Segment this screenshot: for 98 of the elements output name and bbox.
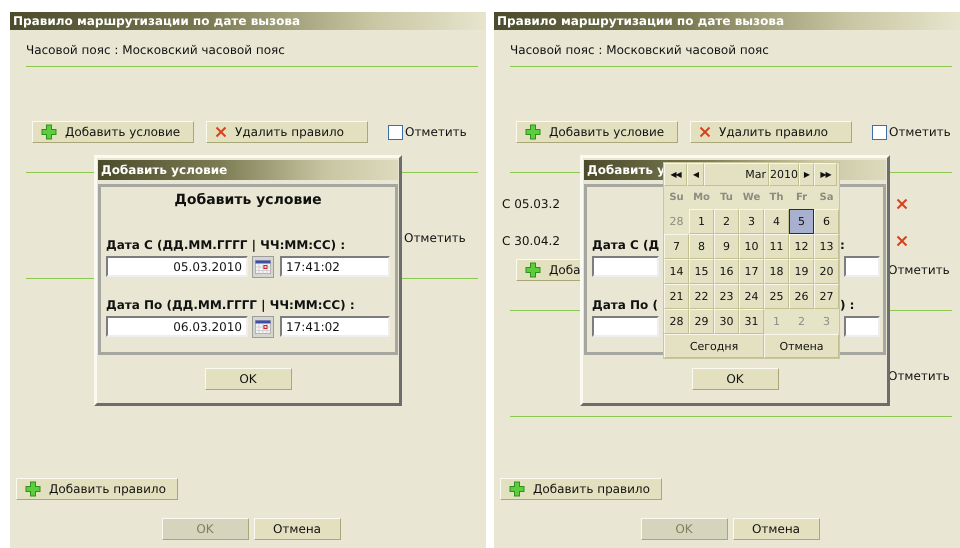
day-cell[interactable]: 15 — [689, 259, 714, 284]
calendar-button[interactable] — [252, 256, 274, 278]
cross-icon — [699, 126, 711, 138]
timezone-label: Часовой пояс : Московский часовой пояс — [26, 42, 286, 58]
checkbox-label: Отметить — [889, 125, 951, 139]
plus-icon — [25, 481, 41, 497]
delete-button[interactable]: Удалить правило — [206, 121, 368, 143]
day-cell[interactable]: 7 — [664, 234, 689, 259]
ok-button[interactable]: OK — [692, 368, 778, 390]
field-label: ) : — [840, 298, 854, 313]
add-button[interactable]: Добавить условие — [516, 121, 678, 143]
date-field[interactable]: 05.03.2010 — [106, 256, 248, 277]
day-cell[interactable]: 16 — [714, 259, 739, 284]
day-cell[interactable]: 19 — [789, 259, 814, 284]
date-field[interactable]: 06.03.2010 — [106, 316, 248, 337]
field-label: Дата По (ДД.ММ.ГГГГ | ЧЧ:ММ:СС) : — [106, 298, 356, 313]
field-label: Дата С (Д — [592, 238, 660, 253]
day-cell[interactable]: 23 — [714, 284, 739, 309]
day-cell[interactable]: 5 — [789, 209, 814, 234]
day-cell[interactable]: 24 — [739, 284, 764, 309]
checkbox-label: Отметить — [404, 231, 466, 245]
day-cell[interactable]: 18 — [764, 259, 789, 284]
nav-button[interactable]: ▶ — [799, 163, 814, 186]
add-button[interactable]: Добавить условие — [32, 121, 194, 143]
checkbox-label: Отметить — [888, 369, 950, 383]
day-cell[interactable]: 3 — [739, 209, 764, 234]
condition-text: С 05.03.2 — [502, 196, 560, 210]
weekday-label: Sa — [818, 191, 834, 205]
delete-icon[interactable] — [896, 198, 908, 210]
day-cell[interactable]: 6 — [814, 209, 839, 234]
day-cell[interactable]: 17 — [739, 259, 764, 284]
cancel-button[interactable]: Отмена — [732, 518, 820, 540]
date-field[interactable] — [592, 316, 659, 337]
plus-icon — [525, 124, 541, 140]
day-cell[interactable]: 2 — [714, 209, 739, 234]
day-cell[interactable]: 25 — [764, 284, 789, 309]
day-cell[interactable]: 22 — [689, 284, 714, 309]
field-label: : — [840, 238, 845, 253]
cancel-button[interactable]: Отмена — [254, 518, 340, 540]
day-cell[interactable]: 31 — [739, 309, 764, 334]
timezone-label: Часовой пояс : Московский часовой пояс — [510, 42, 770, 58]
today-button[interactable]: Сегодня — [664, 334, 764, 358]
add-button[interactable]: Добавить правило — [500, 478, 662, 500]
weekday-label: Tu — [719, 191, 734, 205]
field-label: Дата С (ДД.ММ.ГГГГ | ЧЧ:ММ:СС) : — [106, 238, 346, 253]
date-field[interactable] — [592, 256, 659, 277]
calendar-button[interactable] — [252, 316, 274, 338]
day-cell[interactable]: 21 — [664, 284, 689, 309]
time-field[interactable]: 17:41:02 — [280, 256, 390, 277]
cross-icon — [215, 126, 227, 138]
day-cell[interactable]: 4 — [764, 209, 789, 234]
day-cell[interactable]: 27 — [814, 284, 839, 309]
field-label: Дата По ( — [592, 298, 659, 313]
checkbox[interactable] — [388, 124, 403, 140]
nav-button[interactable]: ◀◀ — [664, 163, 687, 186]
weekday-label: Th — [768, 191, 784, 205]
panel-title: Правило маршрутизации по дате вызова — [10, 12, 486, 30]
day-cell[interactable]: 11 — [764, 234, 789, 259]
delete-button[interactable]: Удалить правило — [690, 121, 852, 143]
checkbox-label: Отметить — [405, 125, 467, 139]
nav-button[interactable]: ▶▶ — [814, 163, 837, 186]
checkbox[interactable] — [872, 124, 887, 140]
day-cell[interactable]: 8 — [689, 234, 714, 259]
day-cell[interactable]: 1 — [689, 209, 714, 234]
add-button[interactable]: Добавить правило — [16, 478, 178, 500]
cancel-button[interactable]: Отмена — [764, 334, 839, 358]
plus-icon — [509, 481, 525, 497]
weekday-label: Su — [668, 191, 685, 205]
delete-icon[interactable] — [896, 234, 908, 246]
calendar-icon — [255, 320, 271, 334]
day-cell[interactable]: 30 — [714, 309, 739, 334]
day-cell[interactable]: 20 — [814, 259, 839, 284]
day-cell[interactable]: 28 — [664, 309, 689, 334]
panel-title: Правило маршрутизации по дате вызова — [494, 12, 960, 30]
dialog-title: Добавить условие — [98, 160, 398, 180]
time-field[interactable] — [844, 316, 880, 337]
nav-button[interactable]: ◀ — [687, 163, 704, 186]
ok-button[interactable]: OK — [204, 368, 292, 390]
time-field[interactable] — [844, 256, 880, 277]
condition-text: С 30.04.2 — [502, 234, 560, 248]
plus-icon — [41, 124, 57, 140]
month-label[interactable]: Mar — [704, 163, 769, 186]
calendar-icon — [255, 260, 271, 274]
day-cell[interactable]: 9 — [714, 234, 739, 259]
year-label[interactable]: 2010 — [769, 163, 799, 186]
day-cell[interactable]: 14 — [664, 259, 689, 284]
day-cell[interactable]: 29 — [689, 309, 714, 334]
day-cell[interactable]: 12 — [789, 234, 814, 259]
day-cell[interactable]: 26 — [789, 284, 814, 309]
time-field[interactable]: 17:41:02 — [280, 316, 390, 337]
checkbox-label: Отметить — [888, 263, 950, 277]
weekday-label: We — [742, 191, 762, 205]
weekday-label: Mo — [692, 191, 711, 205]
dialog-heading: Добавить условие — [173, 191, 323, 209]
day-cell[interactable]: 13 — [814, 234, 839, 259]
day-cell[interactable]: 10 — [739, 234, 764, 259]
weekday-label: Fr — [794, 191, 808, 205]
plus-icon — [525, 262, 541, 278]
